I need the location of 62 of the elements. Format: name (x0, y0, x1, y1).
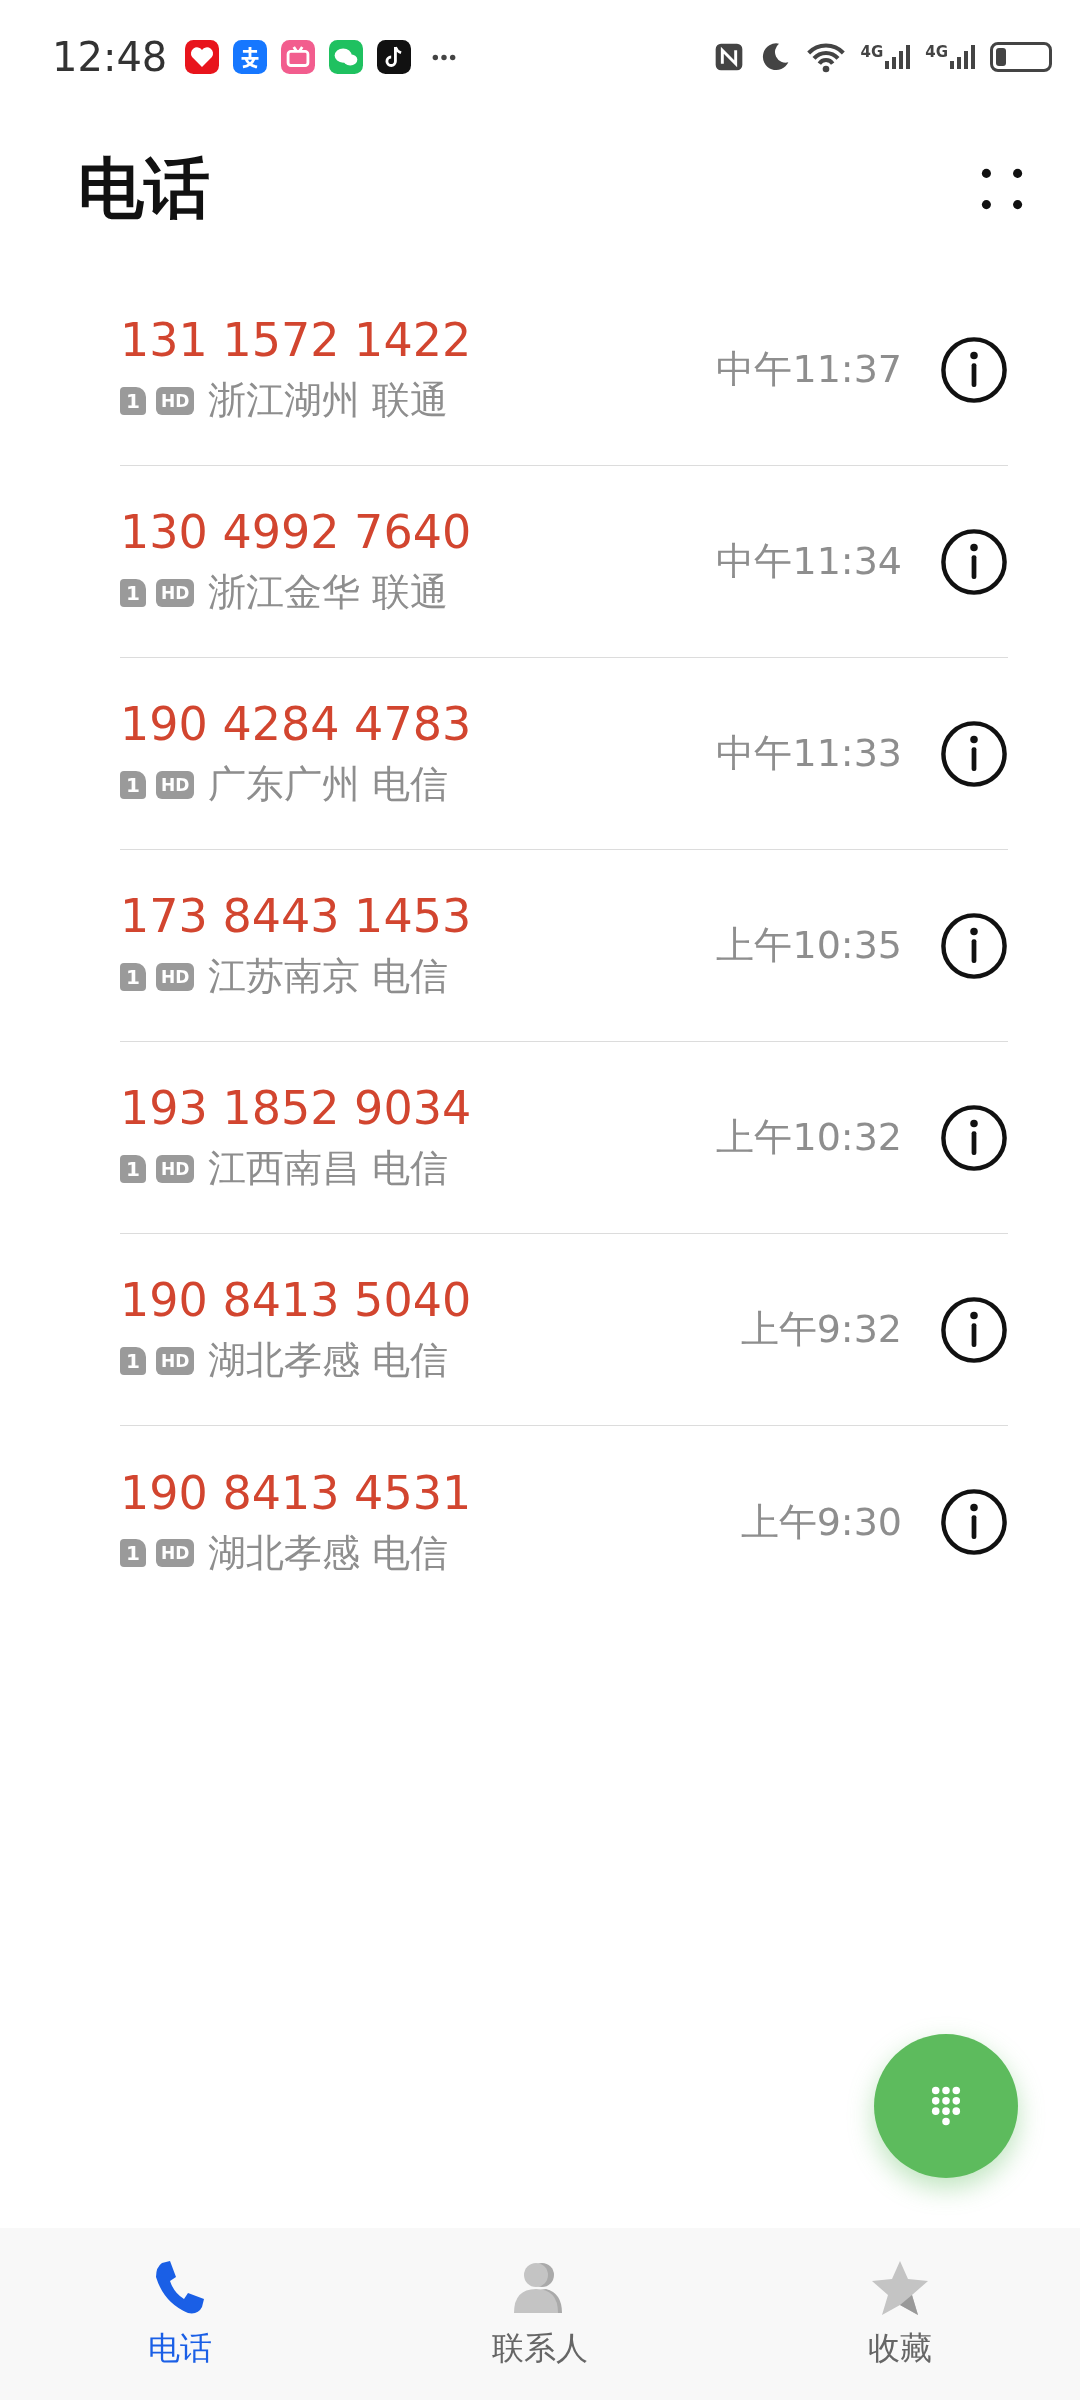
call-log-item[interactable]: 190 8413 4531 1 HD 湖北孝感 电信 上午9:30 (120, 1426, 1008, 1618)
hd-badge: HD (155, 578, 195, 607)
sim-badge: 1 (120, 770, 146, 799)
hd-badge: HD (155, 1346, 195, 1375)
status-time: 12:48 (52, 34, 168, 80)
hd-badge: HD (155, 962, 195, 991)
phone-number: 193 1852 9034 (120, 1081, 473, 1135)
battery-icon (990, 42, 1052, 72)
phone-number: 130 4992 7640 (120, 505, 473, 559)
page-title: 电话 (78, 149, 210, 229)
call-location: 湖北孝感 电信 (208, 1529, 449, 1577)
hd-badge: HD (155, 1539, 195, 1567)
network-label: 4G (925, 43, 948, 61)
call-time: 中午11:37 (716, 346, 902, 393)
wifi-icon (804, 41, 847, 73)
call-location: 浙江金华 联通 (208, 569, 449, 616)
call-log-item[interactable]: 190 8413 5040 1 HD 湖北孝感 电信 上午9:32 (120, 1234, 1008, 1426)
info-icon[interactable] (940, 1295, 1008, 1364)
phone-number: 190 8413 4531 (120, 1465, 473, 1520)
sim-badge: 1 (120, 1154, 146, 1183)
hd-badge: HD (155, 1154, 195, 1183)
info-icon[interactable] (940, 1103, 1008, 1172)
sim-badge: 1 (120, 1539, 146, 1567)
call-location: 湖北孝感 电信 (208, 1337, 449, 1384)
call-log-item[interactable]: 173 8443 1453 1 HD 江苏南京 电信 上午10:35 (120, 850, 1008, 1042)
info-icon[interactable] (940, 527, 1008, 596)
call-log-item[interactable]: 131 1572 1422 1 HD 浙江湖州 联通 中午11:37 (120, 274, 1008, 466)
call-location: 浙江湖州 联通 (208, 377, 449, 424)
hd-badge: HD (155, 386, 195, 415)
phone-number: 131 1572 1422 (120, 313, 473, 367)
sim-badge: 1 (120, 578, 146, 607)
tab[interactable]: 收藏 (720, 2228, 1080, 2400)
call-time: 上午10:35 (716, 922, 902, 969)
call-time: 中午11:33 (716, 730, 902, 777)
hd-badge: HD (155, 770, 195, 799)
call-time: 中午11:34 (716, 538, 902, 585)
info-icon[interactable] (940, 1488, 1008, 1556)
tab[interactable]: 联系人 (360, 2228, 720, 2400)
dialpad-icon (931, 2086, 961, 2126)
sim-badge: 1 (120, 386, 146, 415)
more-notifications-icon (431, 52, 458, 62)
call-log-item[interactable]: 193 1852 9034 1 HD 江西南昌 电信 上午10:32 (120, 1042, 1008, 1234)
call-time: 上午9:32 (740, 1306, 902, 1353)
call-log-item[interactable]: 190 4284 4783 1 HD 广东广州 电信 中午11:33 (120, 658, 1008, 850)
call-time: 上午10:32 (716, 1114, 902, 1161)
sim-badge: 1 (120, 962, 146, 991)
network-label: 4G (860, 43, 884, 61)
call-location: 江西南昌 电信 (208, 1145, 449, 1192)
signal-bars-icon (950, 43, 976, 71)
call-log-item[interactable]: 130 4992 7640 1 HD 浙江金华 联通 中午11:34 (120, 466, 1008, 658)
sim-badge: 1 (120, 1346, 146, 1375)
phone-number: 173 8443 1453 (120, 889, 473, 943)
call-location: 江苏南京 电信 (208, 953, 449, 1000)
tab[interactable]: 电话 (0, 2228, 360, 2400)
info-icon[interactable] (940, 911, 1008, 980)
info-icon[interactable] (940, 719, 1008, 788)
phone-number: 190 4284 4783 (120, 697, 473, 751)
call-time: 上午9:30 (740, 1498, 902, 1546)
phone-number: 190 8413 5040 (120, 1273, 473, 1327)
signal-bars-icon (885, 43, 912, 71)
info-icon[interactable] (940, 335, 1008, 404)
call-location: 广东广州 电信 (208, 761, 449, 808)
